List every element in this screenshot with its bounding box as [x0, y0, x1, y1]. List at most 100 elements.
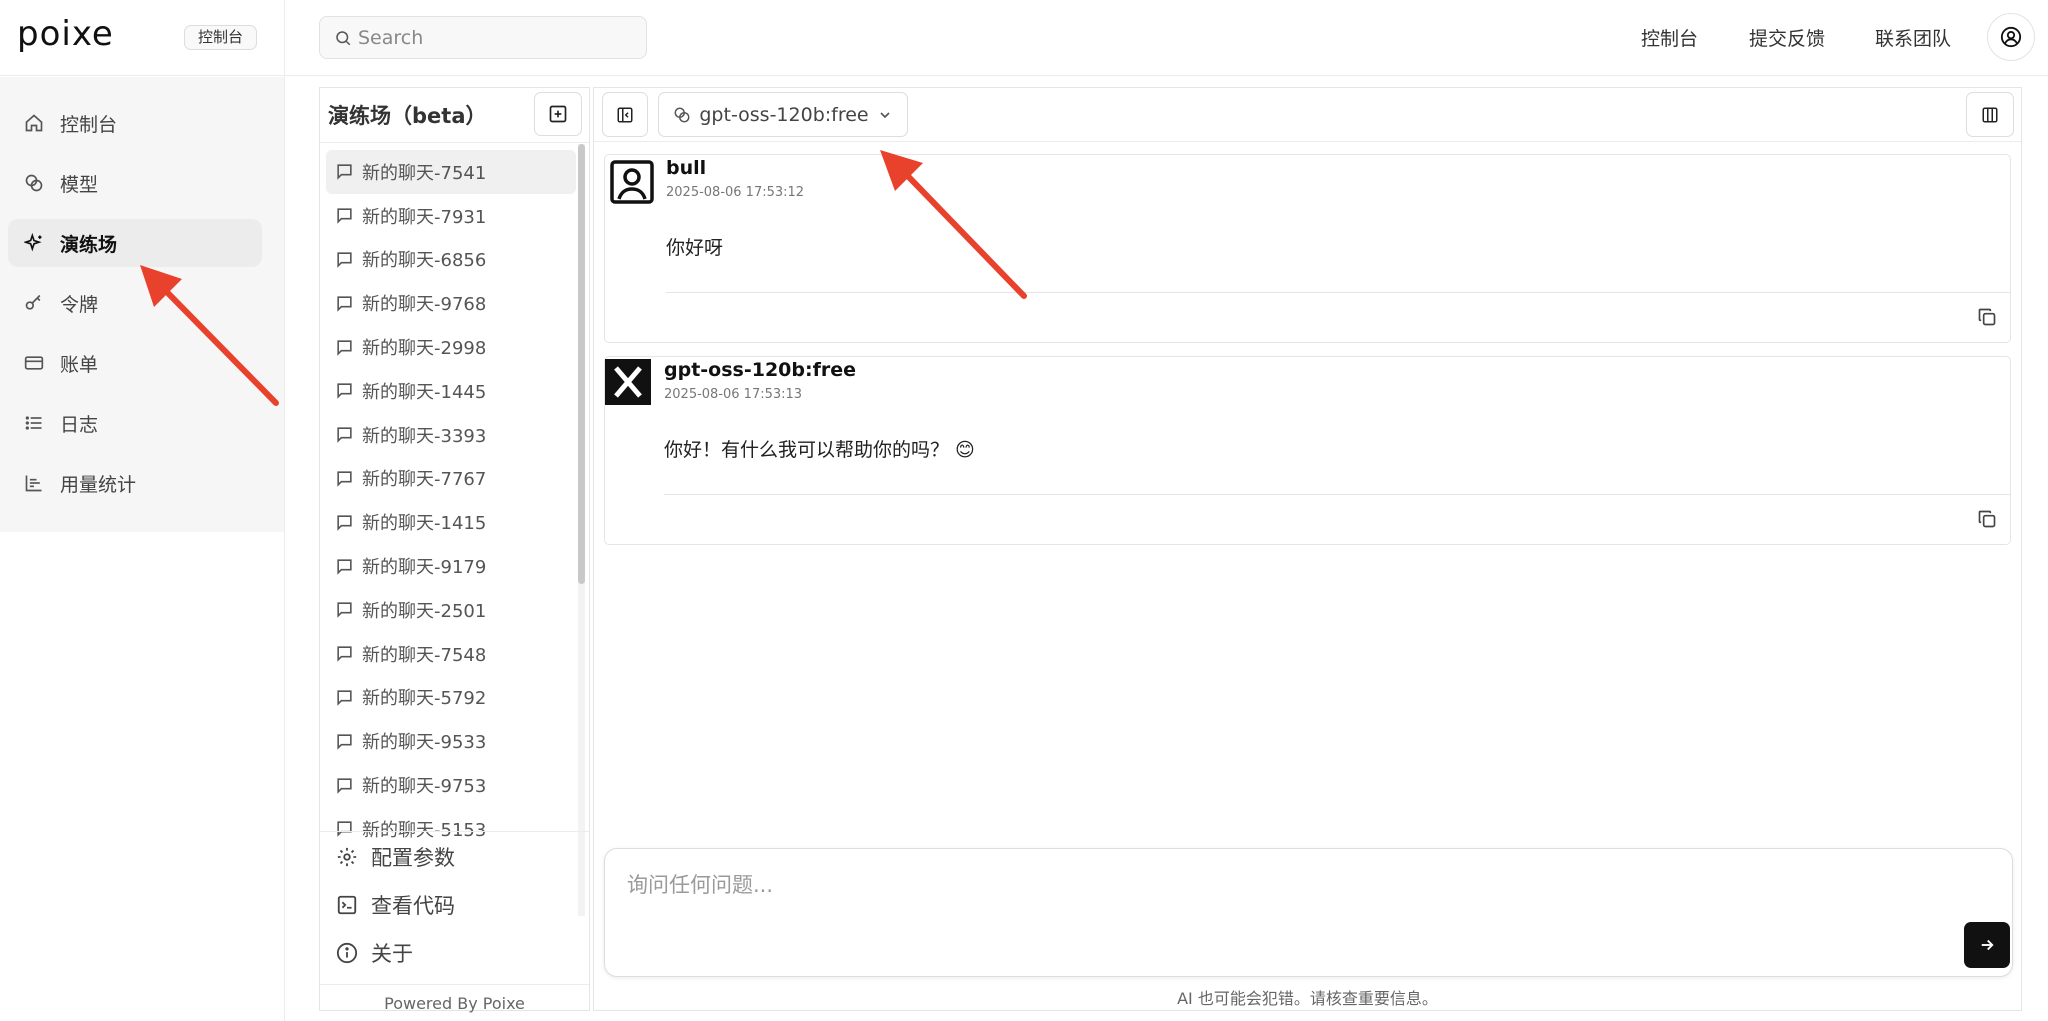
ai-disclaimer: AI 也可能会犯错。请核查重要信息。	[1177, 989, 1438, 1008]
search-box[interactable]	[319, 16, 647, 59]
chat-list-item[interactable]: 新的聊天-9753	[326, 763, 576, 807]
message-card-user: bull 2025-08-06 17:53:12 你好呀	[604, 154, 2011, 343]
topnav-feedback-link[interactable]: 提交反馈	[1749, 24, 1825, 51]
topnav-contact-link[interactable]: 联系团队	[1875, 24, 1951, 51]
chat-list-item-label: 新的聊天-6856	[362, 250, 487, 272]
message-timestamp: 2025-08-06 17:53:13	[664, 387, 803, 402]
config-params-button[interactable]: 配置参数	[336, 842, 455, 872]
console-badge: 控制台	[184, 25, 258, 50]
chat-main-panel: gpt-oss-120b:free bull 2025-08-06 17:53:…	[593, 87, 2022, 1011]
toggle-sidebar-button[interactable]	[602, 92, 648, 137]
view-code-label: 查看代码	[371, 894, 455, 918]
gear-icon	[337, 847, 357, 867]
divider	[320, 831, 589, 832]
chat-list-item[interactable]: 新的聊天-2998	[326, 325, 576, 369]
powered-by-text: Powered By Poixe	[320, 984, 589, 1013]
split-view-button[interactable]	[1966, 92, 2014, 137]
chat-bubble-icon	[337, 427, 352, 443]
chat-list-scrollbar[interactable]	[578, 144, 585, 916]
topnav-console-link[interactable]: 控制台	[1641, 24, 1698, 51]
view-code-button[interactable]: 查看代码	[336, 890, 455, 920]
sidebar-item-label: 控制台	[60, 113, 118, 136]
playground-title: 演练场（beta）	[328, 104, 487, 128]
card-icon	[24, 356, 44, 370]
message-input[interactable]	[627, 869, 1947, 929]
chat-bubble-icon	[337, 734, 352, 750]
chat-list-item[interactable]: 新的聊天-9179	[326, 544, 576, 588]
models-icon	[674, 107, 690, 122]
config-params-label: 配置参数	[371, 846, 455, 870]
chat-list-item[interactable]: 新的聊天-7541	[326, 150, 576, 194]
chat-list-item[interactable]: 新的聊天-9768	[326, 281, 576, 325]
message-text: 你好！有什么我可以帮助你的吗？ 😊	[664, 439, 975, 461]
sidebar-item-tokens[interactable]: 令牌	[8, 279, 262, 327]
sidebar-item-label: 账单	[60, 353, 99, 376]
chat-list-item[interactable]: 新的聊天-6856	[326, 238, 576, 282]
chat-list-item[interactable]: 新的聊天-7767	[326, 457, 576, 501]
sidebar-divider	[284, 0, 285, 1021]
model-avatar-icon	[605, 359, 651, 405]
chat-list-item-label: 新的聊天-5792	[362, 688, 487, 710]
brand-logo[interactable]: poixe	[17, 14, 114, 54]
sidebar-item-models[interactable]: 模型	[8, 159, 262, 207]
about-button[interactable]: 关于	[336, 938, 413, 968]
sidebar-item-logs[interactable]: 日志	[8, 399, 262, 447]
model-selector-value: gpt-oss-120b:free	[699, 103, 869, 126]
chat-list-item[interactable]: 新的聊天-1415	[326, 500, 576, 544]
sparkle-icon	[24, 233, 42, 252]
copy-button[interactable]	[1964, 496, 2010, 542]
chat-bubble-icon	[337, 646, 352, 662]
copy-icon	[1978, 510, 1996, 528]
send-button[interactable]	[1964, 922, 2010, 968]
copy-button[interactable]	[1964, 294, 2010, 340]
terminal-icon	[337, 895, 357, 915]
chat-list-item-label: 新的聊天-9533	[362, 732, 487, 754]
scrollbar-thumb[interactable]	[578, 144, 585, 584]
chat-list-item-label: 新的聊天-2501	[362, 600, 487, 622]
chat-list-item[interactable]: 新的聊天-9533	[326, 719, 576, 763]
divider	[320, 142, 589, 143]
chat-bubble-icon	[337, 383, 352, 400]
chat-list-panel: 演练场（beta） 新的聊天-7541 新的聊天-7931 新的聊天-6856 新的聊…	[319, 87, 590, 1013]
chat-list-item[interactable]: 新的聊天-5792	[326, 676, 576, 720]
chat-list-item-label: 新的聊天-5153	[362, 819, 487, 841]
new-chat-button[interactable]	[534, 92, 582, 136]
copy-icon	[1978, 308, 1996, 326]
search-input[interactable]	[358, 17, 638, 58]
model-selector[interactable]: gpt-oss-120b:free	[658, 92, 908, 137]
chat-bubble-icon	[337, 821, 352, 838]
divider	[664, 494, 2010, 495]
message-author: gpt-oss-120b:free	[664, 359, 856, 381]
chat-list-item-label: 新的聊天-9179	[362, 557, 487, 579]
sidebar-item-label: 用量统计	[60, 473, 137, 496]
models-icon	[25, 174, 43, 192]
chat-bubble-icon	[337, 296, 352, 312]
sidebar-item-label: 演练场	[60, 233, 118, 256]
sidebar-item-billing[interactable]: 账单	[8, 339, 262, 387]
chat-bubble-icon	[337, 164, 352, 181]
message-text: 你好呀	[666, 237, 724, 259]
user-avatar-icon	[610, 160, 654, 204]
chat-list-item[interactable]: 新的聊天-7931	[326, 194, 576, 238]
chat-bubble-icon	[337, 777, 352, 794]
user-menu-button[interactable]	[1987, 13, 2035, 61]
chat-list-item[interactable]: 新的聊天-3393	[326, 413, 576, 457]
sidebar-item-playground[interactable]: 演练场	[8, 219, 262, 267]
chat-list-item-label: 新的聊天-1445	[362, 381, 487, 403]
sidebar-item-console[interactable]: 控制台	[8, 99, 262, 147]
about-label: 关于	[371, 942, 413, 966]
info-icon	[336, 942, 358, 964]
sidebar-item-label: 令牌	[60, 293, 99, 316]
chat-list-item[interactable]: 新的聊天-7548	[326, 632, 576, 676]
chat-list-item[interactable]: 新的聊天-1445	[326, 369, 576, 413]
chat-list: 新的聊天-7541 新的聊天-7931 新的聊天-6856 新的聊天-9768 新的聊天…	[326, 150, 576, 918]
chat-list-item-label: 新的聊天-7767	[362, 469, 487, 491]
home-icon	[25, 114, 43, 132]
chat-list-item-label: 新的聊天-1415	[362, 513, 487, 535]
chat-bubble-icon	[337, 602, 352, 619]
chat-bubble-icon	[337, 558, 352, 575]
chat-list-item[interactable]: 新的聊天-2501	[326, 588, 576, 632]
sidebar-item-usage[interactable]: 用量统计	[8, 459, 262, 507]
chat-bubble-icon	[337, 339, 352, 356]
divider	[594, 141, 2021, 142]
